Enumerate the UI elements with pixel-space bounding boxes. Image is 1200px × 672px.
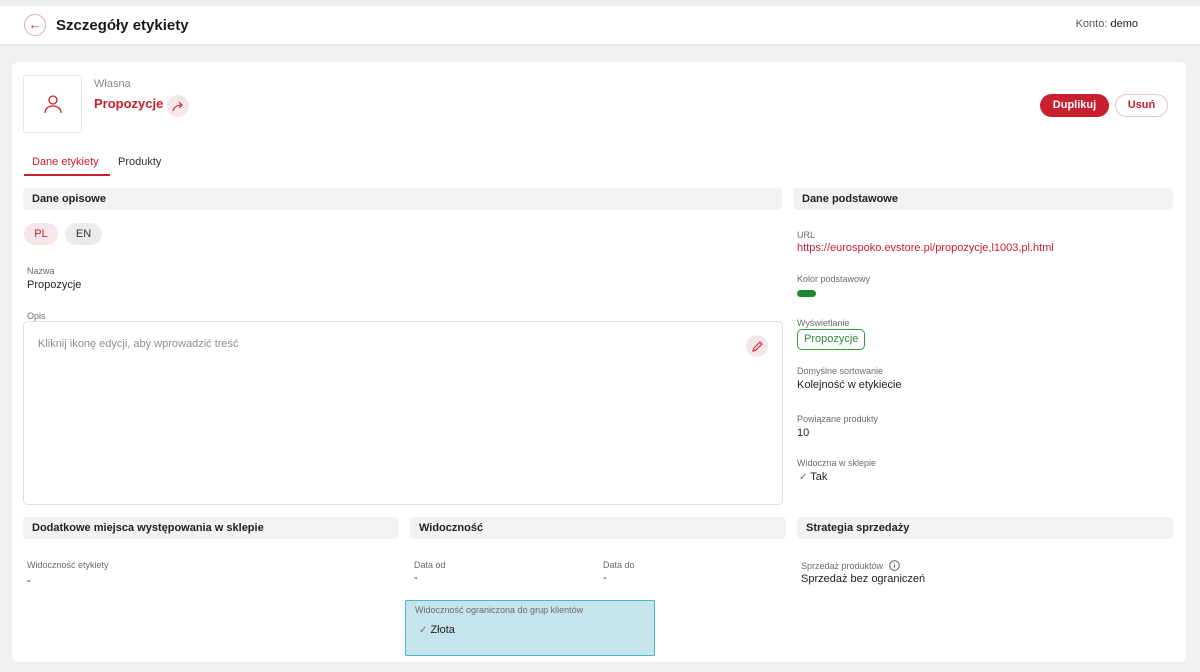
- section-sales-strategy: Strategia sprzedaży: [797, 517, 1173, 539]
- color-swatch: [797, 290, 816, 297]
- account-info: Konto: demo: [1076, 18, 1138, 30]
- section-basic: Dane podstawowe: [793, 188, 1173, 210]
- visible-in-store-label: Widoczna w sklepie: [797, 458, 877, 468]
- info-icon[interactable]: [888, 560, 900, 571]
- customer-group-text: Złota: [430, 624, 455, 636]
- duplicate-button[interactable]: Duplikuj: [1040, 94, 1109, 117]
- url-link[interactable]: https://eurospoko.evstore.pl/propozycje,…: [797, 242, 1054, 254]
- date-from-value: -: [414, 572, 418, 584]
- section-descriptive: Dane opisowe: [23, 188, 782, 210]
- back-arrow-icon[interactable]: ←: [24, 14, 46, 36]
- related-products-label: Powiązane produkty: [797, 414, 879, 424]
- url-label: URL: [797, 230, 816, 240]
- tab-products[interactable]: Produkty: [118, 156, 161, 168]
- name-label: Nazwa: [27, 266, 55, 276]
- label-visibility-label: Widoczność etykiety: [27, 560, 109, 570]
- sort-label: Domyślne sortowanie: [797, 366, 884, 376]
- color-label: Kolor podstawowy: [797, 274, 871, 284]
- user-icon: [43, 95, 62, 114]
- customer-groups-label: Widoczność ograniczona do grup klientów: [415, 605, 584, 615]
- delete-button[interactable]: Usuń: [1115, 94, 1168, 117]
- pencil-icon[interactable]: [746, 335, 768, 357]
- top-bar: ← Szczegóły etykiety Konto: demo: [0, 6, 1200, 44]
- date-to-value: -: [603, 572, 607, 584]
- lang-en-button[interactable]: EN: [65, 223, 102, 245]
- sales-products-value: Sprzedaż bez ograniczeń: [801, 573, 926, 585]
- active-tab-indicator: [24, 174, 110, 176]
- label-type: Własna: [94, 78, 131, 90]
- label-image: [23, 75, 82, 133]
- date-to-label: Data do: [603, 560, 635, 570]
- label-visibility-value: -: [27, 575, 31, 587]
- check-icon: ✓: [419, 625, 428, 636]
- customer-groups-field[interactable]: Widoczność ograniczona do grup klientów …: [405, 600, 655, 656]
- share-arrow-icon[interactable]: [167, 95, 189, 117]
- check-icon: ✓: [799, 472, 808, 483]
- label-name: Propozycje: [94, 96, 164, 111]
- section-extra-places: Dodatkowe miejsca występowania w sklepie: [23, 517, 399, 539]
- description-label: Opis: [27, 311, 46, 321]
- section-visibility: Widoczność: [410, 517, 786, 539]
- customer-groups-value: ✓ Złota: [419, 624, 455, 636]
- display-badge: Propozycje: [797, 329, 866, 350]
- description-placeholder: Kliknij ikonę edycji, aby wprowadzić tre…: [38, 338, 239, 350]
- label-details-card: Własna Propozycje Duplikuj Usuń Dane ety…: [12, 62, 1186, 662]
- page-title: Szczegóły etykiety: [56, 17, 189, 34]
- sales-products-label: Sprzedaż produktów: [801, 560, 900, 571]
- name-value: Propozycje: [27, 279, 82, 291]
- visible-in-store-value: ✓ Tak: [799, 471, 827, 483]
- display-label: Wyświetlanie: [797, 318, 850, 328]
- lang-pl-button[interactable]: PL: [24, 223, 58, 245]
- sales-products-label-text: Sprzedaż produktów: [801, 561, 884, 571]
- tab-label-data[interactable]: Dane etykiety: [32, 156, 99, 168]
- account-value: demo: [1110, 18, 1138, 30]
- description-field: Kliknij ikonę edycji, aby wprowadzić tre…: [23, 321, 783, 505]
- account-label: Konto:: [1075, 18, 1108, 30]
- sort-value: Kolejność w etykiecie: [797, 379, 902, 391]
- visible-in-store-text: Tak: [810, 471, 828, 483]
- date-from-label: Data od: [414, 560, 446, 570]
- related-products-value: 10: [797, 427, 810, 439]
